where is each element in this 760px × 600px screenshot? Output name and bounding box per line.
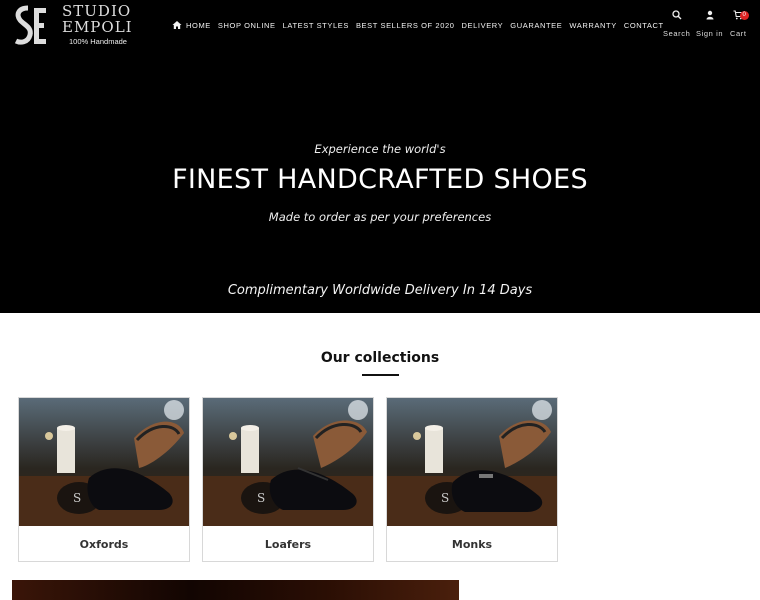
cart-count-badge: 0 xyxy=(740,11,749,20)
shoe-photo-image: S xyxy=(203,398,373,526)
collection-label: Loafers xyxy=(264,538,312,551)
site-header: STUDIO EMPOLI 100% Handmade HOME SHOP ON… xyxy=(0,0,760,313)
main-nav: HOME SHOP ONLINE LATEST STYLES BEST SELL… xyxy=(172,18,671,32)
cart-label: Cart xyxy=(730,29,747,38)
logo-mark-icon xyxy=(14,5,46,45)
search-button[interactable]: Search xyxy=(663,10,690,38)
hero-pretitle: Experience the world's xyxy=(314,142,446,156)
search-icon xyxy=(672,10,682,20)
nav-item-home[interactable]: HOME xyxy=(172,20,211,30)
svg-text:S: S xyxy=(257,491,265,505)
collections-heading: Our collections xyxy=(320,350,440,366)
nav-item-latest-styles[interactable]: LATEST STYLES xyxy=(283,21,349,30)
search-label: Search xyxy=(663,29,691,38)
brand-tagline: 100% Handmade xyxy=(69,37,127,46)
hero-subtitle: Made to order as per your preferences xyxy=(268,210,492,224)
collection-card-loafers[interactable]: S Loafers xyxy=(202,397,374,562)
nav-item-best-sellers[interactable]: BEST SELLERS OF 2020 xyxy=(356,21,455,30)
sign-in-button[interactable]: Sign in xyxy=(696,10,723,38)
user-icon xyxy=(706,10,714,20)
collection-label: Oxfords xyxy=(79,538,129,551)
collection-card-oxfords[interactable]: S Oxfords xyxy=(18,397,190,562)
nav-item-shop-online[interactable]: SHOP ONLINE xyxy=(218,21,276,30)
home-icon xyxy=(172,21,182,29)
featured-banner-image xyxy=(12,580,459,600)
brand-name: STUDIO EMPOLI xyxy=(62,3,133,35)
collection-image-monks: S xyxy=(387,398,557,526)
nav-item-delivery[interactable]: DELIVERY xyxy=(462,21,504,30)
shoe-photo-image: S xyxy=(387,398,557,526)
brand-name-line1: STUDIO xyxy=(62,2,132,20)
cart-button[interactable]: 0 Cart xyxy=(730,10,749,38)
hero-delivery-note: Complimentary Worldwide Delivery In 14 D… xyxy=(227,283,533,298)
brand-name-line2: EMPOLI xyxy=(62,18,133,36)
brand-logo[interactable]: STUDIO EMPOLI 100% Handmade xyxy=(14,3,139,47)
nav-item-warranty[interactable]: WARRANTY xyxy=(569,21,616,30)
nav-item-contact[interactable]: CONTACT xyxy=(624,21,664,30)
svg-text:S: S xyxy=(73,491,81,505)
nav-item-label: HOME xyxy=(186,20,211,30)
svg-text:S: S xyxy=(441,491,449,505)
hero-title: FINEST HANDCRAFTED SHOES xyxy=(172,164,588,195)
collection-card-monks[interactable]: S Monks xyxy=(386,397,558,562)
nav-item-guarantee[interactable]: GUARANTEE xyxy=(510,21,562,30)
sign-in-label: Sign in xyxy=(696,29,724,38)
collections-heading-underline xyxy=(362,374,399,376)
collection-label: Monks xyxy=(451,538,493,551)
collection-image-oxfords: S xyxy=(19,398,189,526)
shoe-photo-image: S xyxy=(19,398,189,526)
collection-image-loafers: S xyxy=(203,398,373,526)
